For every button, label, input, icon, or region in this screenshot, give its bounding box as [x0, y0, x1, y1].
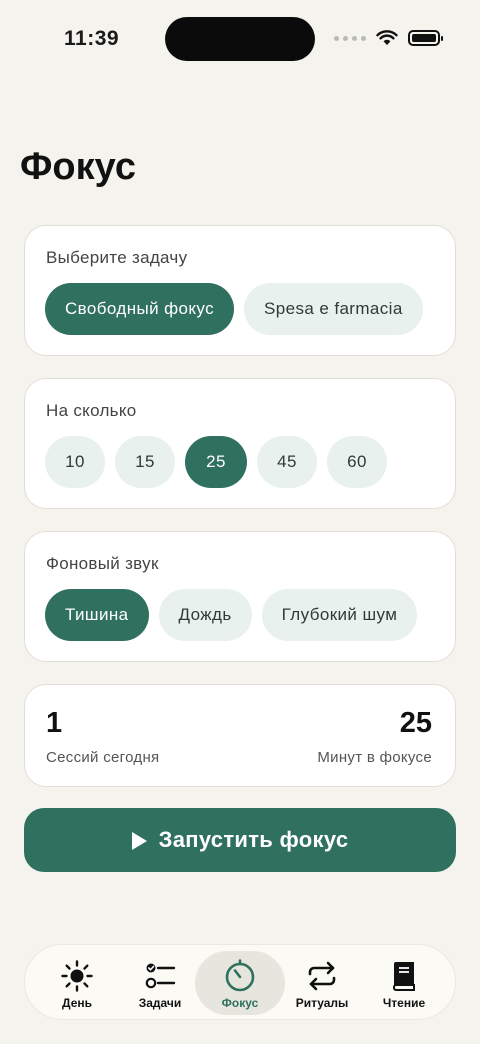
sound-card: Фоновый звук Тишина Дождь Глубокий шум	[24, 531, 456, 662]
tab-day-label: День	[62, 996, 92, 1010]
page-title: Фокус	[20, 146, 136, 188]
tab-rituals[interactable]: Ритуалы	[277, 951, 367, 1015]
sound-chip-rain[interactable]: Дождь	[158, 589, 252, 641]
task-chip-spesa[interactable]: Spesa e farmacia	[244, 283, 423, 335]
checklist-icon	[145, 963, 176, 989]
tab-reading[interactable]: Чтение	[359, 951, 449, 1015]
wifi-icon	[376, 30, 398, 45]
focus-minutes-label: Минут в фокусе	[317, 749, 432, 766]
play-icon	[131, 831, 147, 850]
sessions-today-label: Сессий сегодня	[46, 749, 160, 766]
duration-card: На сколько 10 15 25 45 60	[24, 378, 456, 509]
start-focus-label: Запустить фокус	[158, 827, 349, 852]
sound-chip-row: Тишина Дождь Глубокий шум	[45, 589, 418, 641]
focus-minutes-value: 25	[399, 707, 432, 739]
stats-card: 1 Сессий сегодня 25 Минут в фокусе	[24, 684, 456, 787]
tab-focus[interactable]: Фокус	[195, 951, 285, 1015]
tab-rituals-label: Ритуалы	[295, 996, 349, 1010]
tab-tasks-label: Задачи	[138, 996, 182, 1010]
stats: 1 Сессий сегодня 25 Минут в фокусе	[25, 685, 455, 786]
start-focus-button[interactable]: Запустить фокус	[24, 808, 456, 872]
duration-card-label: На сколько	[46, 401, 137, 420]
status-icons	[334, 30, 443, 46]
sessions-today-value: 1	[46, 707, 63, 739]
dynamic-island	[165, 17, 315, 61]
duration-chip-10[interactable]: 10	[45, 436, 105, 488]
status-bar: 11:39	[0, 0, 480, 80]
task-chip-free-focus[interactable]: Свободный фокус	[45, 283, 235, 335]
tab-reading-label: Чтение	[382, 996, 426, 1010]
sound-chip-silence[interactable]: Тишина	[45, 589, 149, 641]
sun-icon	[61, 960, 93, 992]
battery-icon	[408, 30, 443, 46]
duration-chip-25[interactable]: 25	[185, 436, 247, 488]
tab-bar: День Задачи Фокус Ритуалы Чтение	[24, 944, 456, 1020]
tab-day[interactable]: День	[32, 951, 122, 1015]
book-icon	[393, 962, 415, 991]
duration-chip-15[interactable]: 15	[115, 436, 175, 488]
duration-chip-row: 10 15 25 45 60	[45, 436, 387, 488]
tab-tasks[interactable]: Задачи	[115, 951, 205, 1015]
tab-focus-label: Фокус	[221, 996, 259, 1010]
task-card-label: Выберите задачу	[46, 248, 188, 267]
task-chip-row[interactable]: Свободный фокус Spesa e farmacia	[45, 283, 423, 335]
timer-icon	[225, 959, 255, 992]
duration-chip-60[interactable]: 60	[327, 436, 387, 488]
status-time: 11:39	[64, 27, 120, 50]
duration-chip-45[interactable]: 45	[257, 436, 317, 488]
sound-chip-deep-noise[interactable]: Глубокий шум	[261, 589, 418, 641]
task-card: Выберите задачу Свободный фокус Spesa e …	[24, 225, 456, 356]
sound-card-label: Фоновый звук	[46, 554, 159, 573]
cellular-signal-icon	[334, 35, 366, 41]
repeat-icon	[308, 961, 336, 991]
